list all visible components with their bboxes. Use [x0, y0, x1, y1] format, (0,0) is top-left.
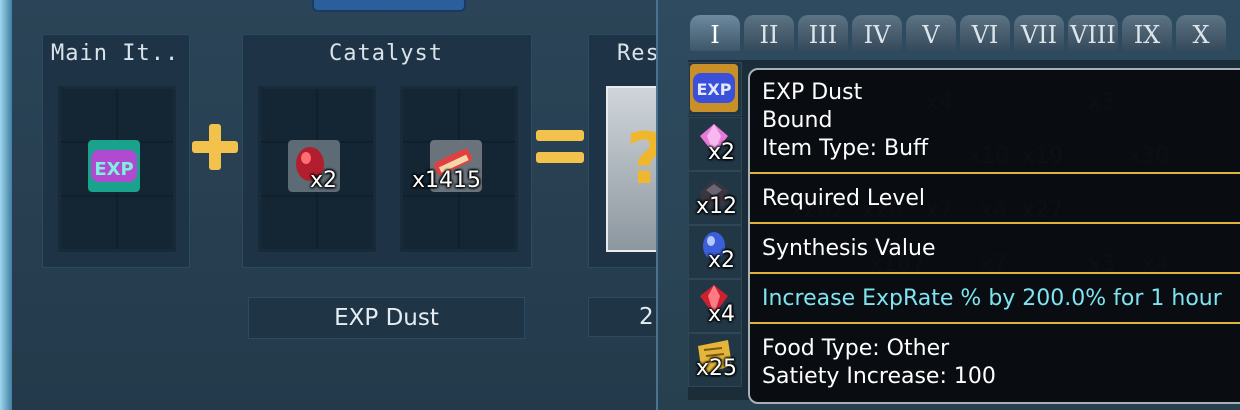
inventory-qty: x2	[708, 248, 736, 273]
tooltip-separator	[750, 272, 1240, 274]
tab-ix[interactable]: IX	[1122, 15, 1172, 51]
catalyst-2-qty: x1415	[412, 168, 482, 193]
result-count: 2	[639, 304, 654, 330]
background-edge	[0, 0, 12, 410]
tab-i[interactable]: I	[690, 15, 740, 51]
tooltip-item-type: Item Type: Buff	[762, 136, 929, 161]
tooltip-separator	[750, 172, 1240, 174]
tooltip-satiety: Satiety Increase: 100	[762, 364, 996, 389]
tab-iv[interactable]: IV	[852, 15, 902, 51]
result-title: Resu	[617, 41, 660, 66]
inventory-qty: x25	[696, 356, 738, 381]
tab-v[interactable]: V	[906, 15, 956, 51]
tab-iii[interactable]: III	[798, 15, 848, 51]
plus-icon	[192, 124, 238, 170]
inventory-qty: x4	[708, 302, 736, 327]
result-slot[interactable]: ?	[606, 86, 667, 252]
catalyst-title: Catalyst	[329, 41, 443, 66]
tab-vi[interactable]: VI	[960, 15, 1010, 51]
synthesis-top-tab[interactable]	[312, 0, 466, 12]
tab-vii[interactable]: VII	[1014, 15, 1064, 51]
main-item-title: Main It...	[51, 41, 183, 66]
svg-text:EXP: EXP	[697, 80, 732, 99]
tooltip-food-type: Food Type: Other	[762, 336, 950, 361]
item-tooltip: EXP Dust Bound Item Type: Buff Required …	[748, 68, 1240, 404]
inventory-qty: x12	[696, 194, 738, 219]
svg-text:EXP: EXP	[94, 159, 133, 180]
tab-x[interactable]: X	[1176, 15, 1226, 51]
exp-dust-icon: EXP	[690, 64, 738, 112]
inventory-qty: x2	[708, 140, 736, 165]
tooltip-item-name: EXP Dust	[762, 80, 863, 105]
tab-viii[interactable]: VIII	[1068, 15, 1118, 51]
result-name-box: EXP Dust	[248, 297, 525, 339]
equals-icon	[536, 130, 584, 166]
tooltip-separator	[750, 322, 1240, 324]
tooltip-separator	[750, 222, 1240, 224]
tab-ii[interactable]: II	[744, 15, 794, 51]
exp-dust-icon[interactable]: EXP	[88, 140, 140, 192]
tooltip-synthesis-value: Synthesis Value	[762, 236, 936, 261]
catalyst-1-qty: x2	[310, 168, 338, 193]
tooltip-binding: Bound	[762, 108, 833, 133]
tooltip-effect: Increase ExpRate % by 200.0% for 1 hour	[762, 286, 1222, 311]
tooltip-required-level: Required Level	[762, 186, 925, 211]
result-count-box: 2	[588, 297, 658, 337]
